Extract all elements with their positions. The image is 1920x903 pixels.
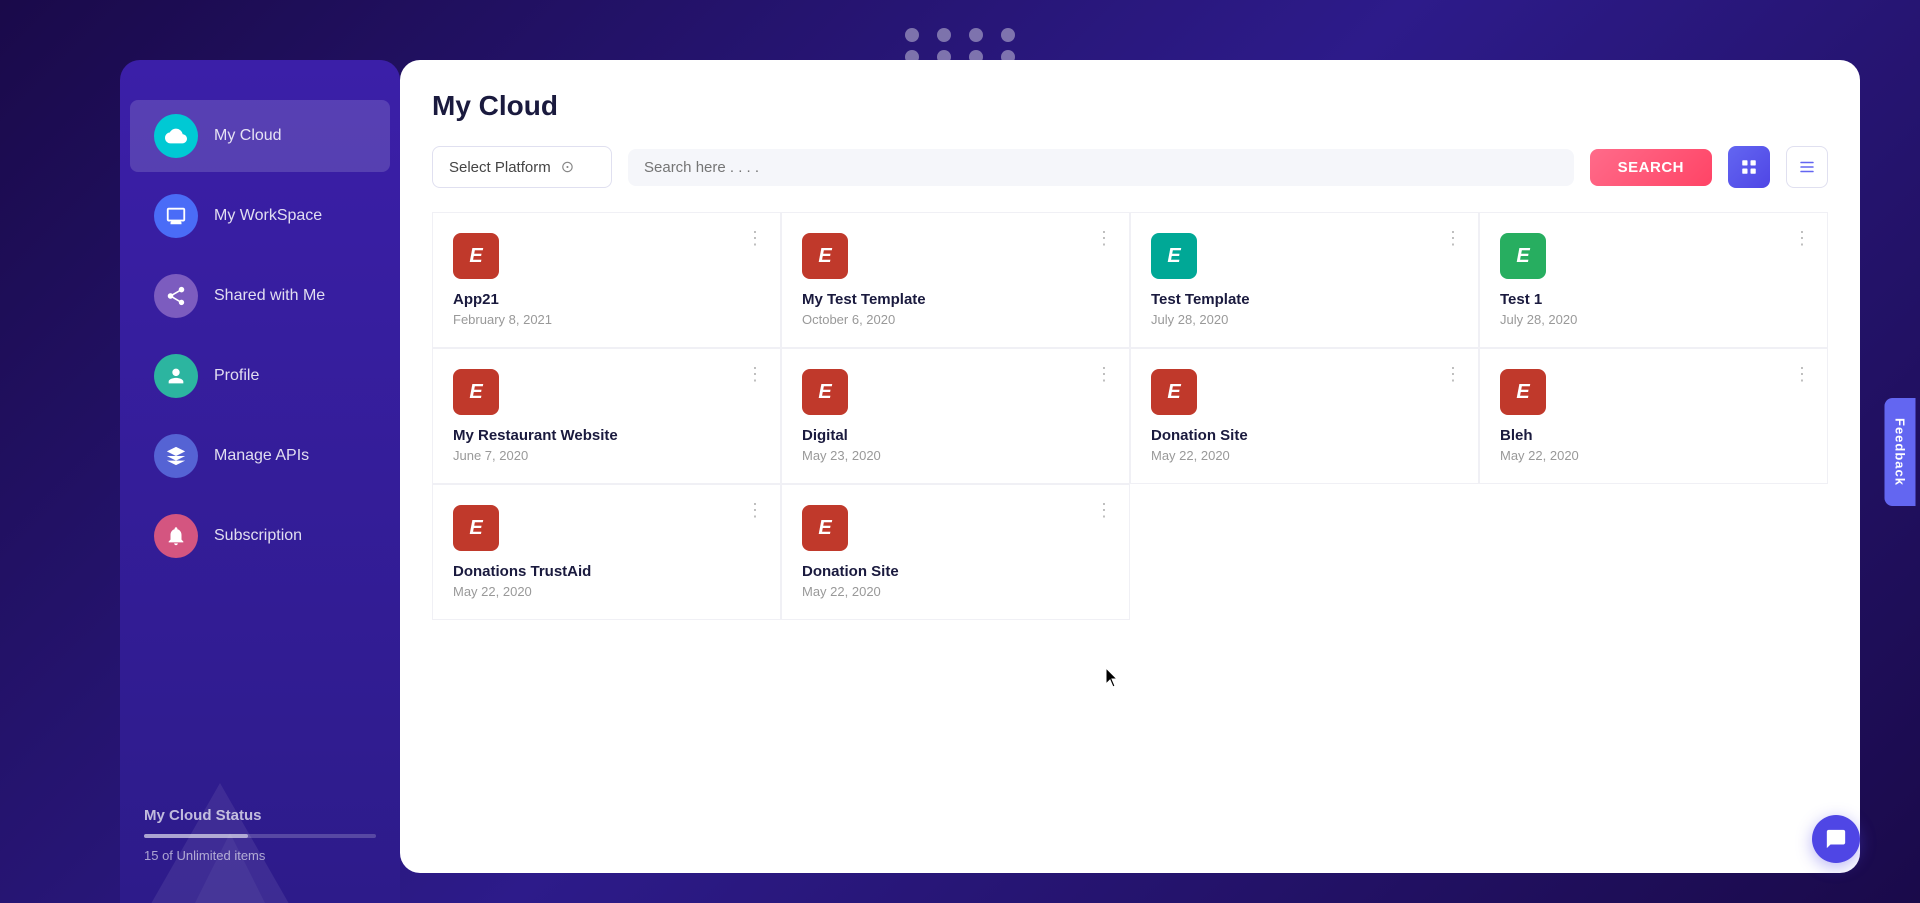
shared-with-me-icon: [154, 274, 198, 318]
card-menu-icon[interactable]: ⋮: [746, 229, 764, 247]
sidebar-item-manage-apis-label: Manage APIs: [214, 447, 309, 465]
card-menu-icon[interactable]: ⋮: [1793, 229, 1811, 247]
sidebar-item-shared-with-me[interactable]: Shared with Me: [130, 260, 390, 332]
card-icon: E: [802, 233, 848, 279]
page-title: My Cloud: [432, 90, 1828, 122]
card-menu-icon[interactable]: ⋮: [746, 501, 764, 519]
card-date: May 22, 2020: [802, 584, 1109, 599]
sidebar-item-subscription-label: Subscription: [214, 527, 302, 545]
subscription-icon: [154, 514, 198, 558]
card-title: Donation Site: [802, 563, 1109, 580]
card-date: May 22, 2020: [1151, 448, 1458, 463]
card-menu-icon[interactable]: ⋮: [1095, 365, 1113, 383]
card-title: Digital: [802, 427, 1109, 444]
my-workspace-icon: [154, 194, 198, 238]
list-view-button[interactable]: [1786, 146, 1828, 188]
card-menu-icon[interactable]: ⋮: [1793, 365, 1811, 383]
cards-grid: ⋮ E App21 February 8, 2021 ⋮ E My Test T…: [432, 212, 1828, 620]
main-content: My Cloud Select Platform ⊙ SEARCH: [400, 60, 1860, 873]
profile-icon: [154, 354, 198, 398]
search-button[interactable]: SEARCH: [1590, 149, 1712, 186]
sidebar-item-my-workspace-label: My WorkSpace: [214, 207, 322, 225]
top-dots-row1: [905, 28, 1015, 42]
card-item[interactable]: ⋮ E Test Template July 28, 2020: [1130, 212, 1479, 348]
card-date: October 6, 2020: [802, 312, 1109, 327]
feedback-tab[interactable]: Feedback: [1885, 398, 1916, 506]
chevron-down-icon: ⊙: [561, 157, 574, 177]
elementor-e-icon: E: [818, 245, 831, 268]
sidebar-item-profile[interactable]: Profile: [130, 340, 390, 412]
card-date: June 7, 2020: [453, 448, 760, 463]
card-menu-icon[interactable]: ⋮: [1095, 229, 1113, 247]
card-item[interactable]: ⋮ E Donations TrustAid May 22, 2020: [432, 484, 781, 620]
card-date: May 22, 2020: [453, 584, 760, 599]
card-date: February 8, 2021: [453, 312, 760, 327]
card-icon: E: [453, 369, 499, 415]
sidebar-item-my-workspace[interactable]: My WorkSpace: [130, 180, 390, 252]
card-icon: E: [453, 505, 499, 551]
card-title: Donation Site: [1151, 427, 1458, 444]
card-title: Test 1: [1500, 291, 1807, 308]
elementor-e-icon: E: [469, 517, 482, 540]
card-title: App21: [453, 291, 760, 308]
elementor-e-icon: E: [469, 245, 482, 268]
toolbar: Select Platform ⊙ SEARCH: [432, 146, 1828, 188]
elementor-e-icon: E: [1167, 245, 1180, 268]
chat-button[interactable]: [1812, 815, 1860, 863]
card-menu-icon[interactable]: ⋮: [1444, 365, 1462, 383]
search-wrap: [628, 149, 1574, 186]
sidebar-decorations: [120, 743, 400, 903]
search-input[interactable]: [644, 159, 1558, 176]
card-title: Donations TrustAid: [453, 563, 760, 580]
card-date: May 22, 2020: [1500, 448, 1807, 463]
elementor-e-icon: E: [818, 381, 831, 404]
card-title: My Test Template: [802, 291, 1109, 308]
card-item[interactable]: ⋮ E Digital May 23, 2020: [781, 348, 1130, 484]
sidebar-item-subscription[interactable]: Subscription: [130, 500, 390, 572]
card-icon: E: [1500, 233, 1546, 279]
sidebar-item-profile-label: Profile: [214, 367, 259, 385]
sidebar-item-my-cloud-label: My Cloud: [214, 127, 282, 145]
card-item[interactable]: ⋮ E Bleh May 22, 2020: [1479, 348, 1828, 484]
sidebar: My Cloud My WorkSpace Shared with Me Pro…: [120, 60, 400, 903]
sidebar-item-shared-with-me-label: Shared with Me: [214, 287, 325, 305]
card-icon: E: [1151, 369, 1197, 415]
card-item[interactable]: ⋮ E My Restaurant Website June 7, 2020: [432, 348, 781, 484]
elementor-e-icon: E: [469, 381, 482, 404]
elementor-e-icon: E: [818, 517, 831, 540]
card-date: July 28, 2020: [1500, 312, 1807, 327]
card-item[interactable]: ⋮ E Donation Site May 22, 2020: [781, 484, 1130, 620]
sidebar-item-my-cloud[interactable]: My Cloud: [130, 100, 390, 172]
card-item[interactable]: ⋮ E Donation Site May 22, 2020: [1130, 348, 1479, 484]
card-title: My Restaurant Website: [453, 427, 760, 444]
card-date: July 28, 2020: [1151, 312, 1458, 327]
card-title: Test Template: [1151, 291, 1458, 308]
my-cloud-icon: [154, 114, 198, 158]
card-menu-icon[interactable]: ⋮: [746, 365, 764, 383]
elementor-e-icon: E: [1516, 381, 1529, 404]
card-icon: E: [453, 233, 499, 279]
grid-view-button[interactable]: [1728, 146, 1770, 188]
card-icon: E: [802, 369, 848, 415]
elementor-e-icon: E: [1167, 381, 1180, 404]
card-menu-icon[interactable]: ⋮: [1095, 501, 1113, 519]
card-item[interactable]: ⋮ E Test 1 July 28, 2020: [1479, 212, 1828, 348]
elementor-e-icon: E: [1516, 245, 1529, 268]
card-title: Bleh: [1500, 427, 1807, 444]
sidebar-item-manage-apis[interactable]: Manage APIs: [130, 420, 390, 492]
card-icon: E: [1500, 369, 1546, 415]
card-item[interactable]: ⋮ E App21 February 8, 2021: [432, 212, 781, 348]
card-icon: E: [1151, 233, 1197, 279]
manage-apis-icon: [154, 434, 198, 478]
card-date: May 23, 2020: [802, 448, 1109, 463]
platform-select[interactable]: Select Platform ⊙: [432, 146, 612, 188]
card-item[interactable]: ⋮ E My Test Template October 6, 2020: [781, 212, 1130, 348]
card-icon: E: [802, 505, 848, 551]
platform-select-label: Select Platform: [449, 159, 551, 176]
sidebar-nav: My Cloud My WorkSpace Shared with Me Pro…: [120, 90, 400, 787]
card-menu-icon[interactable]: ⋮: [1444, 229, 1462, 247]
